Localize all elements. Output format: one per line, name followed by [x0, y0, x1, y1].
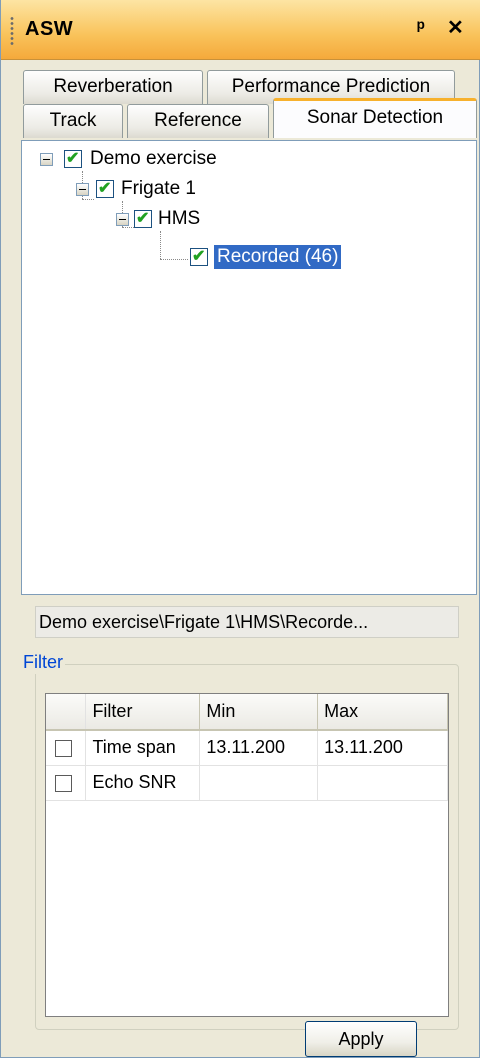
tab-track[interactable]: Track — [23, 104, 123, 138]
filter-name-cell: Time span — [85, 730, 201, 766]
tab-reverberation[interactable]: Reverberation — [23, 70, 203, 104]
grid-header-row: Filter Min Max — [46, 694, 448, 731]
tree-node-label: Frigate 1 — [121, 178, 196, 199]
filter-name-cell: Echo SNR — [85, 765, 201, 801]
filter-max-cell[interactable] — [317, 765, 448, 801]
grid-header-max[interactable]: Max — [317, 694, 448, 731]
tree-node-label: HMS — [158, 208, 201, 229]
close-icon[interactable]: ✕ — [447, 16, 464, 40]
filter-min-cell[interactable]: 13.11.200 — [199, 730, 319, 766]
tree-node-checkbox[interactable] — [134, 207, 152, 231]
tree-node-checkbox[interactable] — [190, 245, 208, 269]
row-checkbox[interactable] — [55, 774, 72, 792]
selected-path-field: Demo exercise\Frigate 1\HMS\Recorde... — [35, 606, 459, 638]
collapse-icon[interactable] — [76, 183, 89, 196]
collapse-icon[interactable] — [40, 153, 53, 166]
row-checkbox[interactable] — [55, 740, 72, 757]
tab-reference[interactable]: Reference — [127, 104, 269, 138]
tree-node-label: Demo exercise — [90, 148, 217, 169]
filter-min-cell[interactable] — [199, 765, 319, 801]
exercise-tree[interactable]: Demo exercise Frigate 1 HMS Recorded (46… — [21, 140, 477, 595]
apply-button[interactable]: Apply — [305, 1021, 417, 1057]
tab-sonar-detection[interactable]: Sonar Detection — [273, 98, 477, 138]
table-row[interactable]: Echo SNR — [46, 765, 448, 801]
table-row[interactable]: Time span 13.11.200 13.11.200 — [46, 730, 448, 766]
filter-max-cell[interactable]: 13.11.200 — [317, 730, 448, 766]
asw-panel: ASW ᵖ ✕ Reverberation Performance Predic… — [0, 0, 480, 1058]
drag-grip-icon[interactable] — [10, 16, 14, 46]
tree-node-label: Recorded (46) — [214, 245, 342, 269]
collapse-icon[interactable] — [116, 213, 129, 226]
panel-title: ASW — [25, 18, 74, 40]
tree-node-checkbox[interactable] — [64, 147, 82, 171]
filter-grid[interactable]: Filter Min Max Time span 13.11.200 13.11… — [45, 693, 449, 1017]
filter-group-label: Filter — [21, 650, 65, 674]
grid-header-min[interactable]: Min — [199, 694, 319, 731]
tree-node-checkbox[interactable] — [96, 177, 114, 201]
grid-header-checkbox-col[interactable] — [46, 694, 87, 731]
panel-titlebar[interactable]: ASW ᵖ ✕ — [1, 0, 480, 60]
grid-header-filter[interactable]: Filter — [85, 694, 201, 731]
pin-icon[interactable]: ᵖ — [417, 16, 425, 40]
